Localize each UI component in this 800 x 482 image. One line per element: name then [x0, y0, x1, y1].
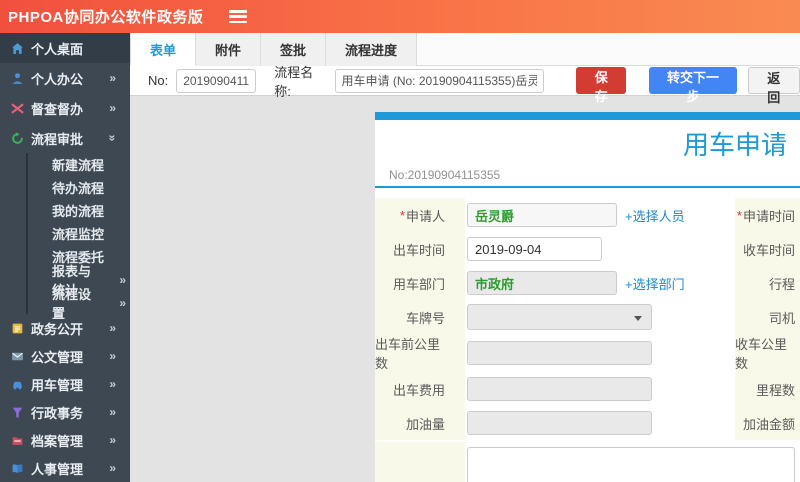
sidebar-item-document-management[interactable]: 公文管理 »	[0, 342, 130, 370]
chevron-right-icon: »	[109, 405, 116, 419]
admin-icon	[10, 405, 24, 419]
chevron-right-icon: »	[119, 272, 126, 287]
main-area: 表单 附件 签批 流程进度 No: 流程名称: 保存 转交下一步 返回 用车申请…	[130, 33, 800, 482]
sidebar: 个人桌面 个人办公 » 督查督办 » 流程审批 » 新建流程 待办流程 我的流程…	[0, 33, 130, 482]
app-header: PHPOA协同办公软件政务版	[0, 0, 800, 33]
reason-textarea[interactable]	[467, 447, 795, 482]
vehicle-application-form-panel: 用车申请 No:20190904115355 *申请人 +选择人员 *申请时间 …	[375, 112, 800, 482]
driver-label: 司机	[735, 300, 800, 334]
fuel-amount-label: 加油量	[375, 406, 465, 440]
hamburger-menu-icon[interactable]	[229, 10, 248, 23]
hr-icon	[10, 461, 24, 475]
required-mark: *	[736, 207, 742, 223]
sidebar-item-open-government[interactable]: 政务公开 »	[0, 314, 130, 342]
tab-attachment[interactable]: 附件	[196, 33, 262, 66]
toolbar: No: 流程名称: 保存 转交下一步 返回	[130, 65, 800, 105]
submenu-item-pending-workflow[interactable]: 待办流程	[28, 176, 130, 199]
dropdown-caret-icon	[634, 316, 642, 321]
applicant-label: 申请人	[405, 208, 445, 224]
workflow-name-label: 流程名称:	[274, 64, 314, 99]
trip-cost-input[interactable]	[467, 377, 652, 401]
content-area: 用车申请 No:20190904115355 *申请人 +选择人员 *申请时间 …	[130, 96, 800, 482]
km-before-label: 出车前公里数	[375, 334, 465, 372]
fuel-cost-label: 加油金额	[735, 406, 800, 440]
submenu-item-my-workflow[interactable]: 我的流程	[28, 199, 130, 222]
required-mark: *	[399, 207, 405, 223]
departure-time-input[interactable]	[467, 237, 602, 261]
forward-next-step-button[interactable]: 转交下一步	[649, 67, 737, 104]
license-plate-select[interactable]	[467, 304, 652, 330]
sidebar-item-workflow-approval[interactable]: 流程审批 »	[0, 123, 130, 153]
sidebar-item-personal-office[interactable]: 个人办公 »	[0, 63, 130, 93]
applicant-input[interactable]	[467, 203, 617, 227]
sidebar-item-vehicle-management[interactable]: 用车管理 »	[0, 370, 130, 398]
sidebar-item-supervision[interactable]: 督查督办 »	[0, 93, 130, 123]
mileage-label: 里程数	[735, 372, 800, 406]
submenu-item-new-workflow[interactable]: 新建流程	[28, 153, 130, 176]
vehicle-department-input[interactable]	[467, 271, 617, 295]
form-row-reason: 申请事由	[375, 442, 800, 482]
form-row-departure-time: 出车时间 收车时间	[375, 232, 800, 266]
chevron-right-icon: »	[109, 433, 116, 447]
app-title: PHPOA协同办公软件政务版	[8, 9, 204, 26]
workflow-submenu: 新建流程 待办流程 我的流程 流程监控 流程委托 报表与统计» 流程设置»	[26, 153, 130, 321]
form-row-applicant: *申请人 +选择人员 *申请时间	[375, 198, 800, 232]
form-fields: *申请人 +选择人员 *申请时间 出车时间 收车时间	[375, 198, 800, 482]
vehicle-icon	[10, 377, 24, 391]
trip-cost-label: 出车费用	[375, 372, 465, 406]
user-icon	[10, 71, 24, 85]
sidebar-item-hr-management[interactable]: 人事管理 »	[0, 454, 130, 482]
form-no-line: No:20190904115355	[389, 168, 501, 182]
return-time-label: 收车时间	[735, 232, 800, 266]
form-title: 用车申请	[682, 130, 787, 160]
workflow-no-input[interactable]	[176, 68, 257, 93]
tab-bar: 表单 附件 签批 流程进度	[130, 33, 800, 66]
select-department-link[interactable]: +选择部门	[625, 274, 685, 293]
form-divider	[375, 186, 800, 188]
form-row-fuel-amount: 加油量 加油金额	[375, 406, 800, 440]
archive-icon	[10, 433, 24, 447]
submenu-item-workflow-settings[interactable]: 流程设置»	[28, 287, 130, 321]
document-icon	[10, 349, 24, 363]
chevron-down-icon: »	[105, 134, 120, 142]
form-row-license-plate: 车牌号 司机	[375, 300, 800, 334]
form-row-km-before: 出车前公里数 收车公里数	[375, 334, 800, 372]
save-button[interactable]: 保存	[576, 67, 627, 104]
sidebar-item-archive-management[interactable]: 档案管理 »	[0, 426, 130, 454]
form-row-trip-cost: 出车费用 里程数	[375, 372, 800, 406]
chevron-right-icon: »	[109, 71, 116, 85]
workflow-name-input[interactable]	[334, 68, 544, 93]
chevron-right-icon: »	[109, 377, 116, 391]
km-before-input[interactable]	[467, 341, 652, 365]
no-label: No:	[148, 73, 169, 88]
submenu-item-workflow-monitor[interactable]: 流程监控	[28, 222, 130, 245]
chevron-right-icon: »	[109, 349, 116, 363]
chevron-right-icon: »	[109, 321, 116, 335]
back-button[interactable]: 返回	[747, 67, 800, 105]
chevron-right-icon: »	[119, 295, 126, 310]
sidebar-item-administrative-affairs[interactable]: 行政事务 »	[0, 398, 130, 426]
home-icon	[10, 41, 24, 55]
departure-time-label: 出车时间	[375, 232, 465, 266]
sidebar-item-personal-desktop[interactable]: 个人桌面	[0, 33, 130, 63]
apply-time-label: 申请时间	[742, 208, 795, 224]
tab-form[interactable]: 表单	[130, 33, 197, 66]
panel-top-bar	[375, 112, 800, 120]
km-return-label: 收车公里数	[735, 334, 800, 372]
select-person-link[interactable]: +选择人员	[625, 206, 685, 225]
form-row-department: 用车部门 +选择部门 行程	[375, 266, 800, 300]
supervise-icon	[10, 101, 24, 115]
license-plate-label: 车牌号	[375, 300, 465, 334]
itinerary-label: 行程	[735, 266, 800, 300]
chevron-right-icon: »	[109, 101, 116, 115]
tab-progress[interactable]: 流程进度	[326, 33, 418, 66]
workflow-icon	[10, 131, 24, 145]
vehicle-department-label: 用车部门	[375, 266, 465, 300]
reason-label: 申请事由	[375, 442, 465, 482]
fuel-amount-input[interactable]	[467, 411, 652, 435]
open-gov-icon	[10, 321, 24, 335]
chevron-right-icon: »	[109, 461, 116, 475]
